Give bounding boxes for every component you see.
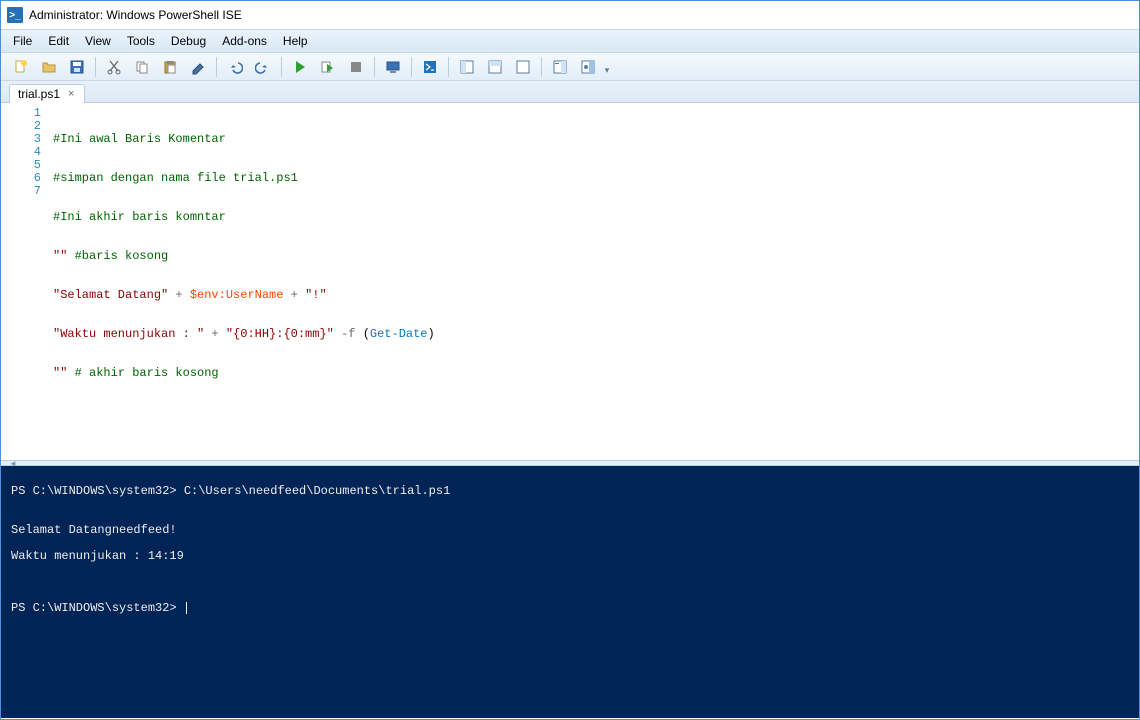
command-pane-button[interactable] bbox=[546, 55, 574, 79]
console-line: PS C:\WINDOWS\system32> C:\Users\needfee… bbox=[11, 485, 1129, 498]
redo-button[interactable] bbox=[249, 55, 277, 79]
layout-single-button[interactable] bbox=[509, 55, 537, 79]
line-number-gutter: 1 2 3 4 5 6 7 bbox=[1, 103, 49, 460]
stop-icon bbox=[348, 59, 364, 75]
run-selection-icon bbox=[320, 59, 336, 75]
code-token-string: "Selamat Datang" bbox=[53, 288, 168, 302]
toolbar-separator bbox=[281, 57, 282, 77]
console-pane[interactable]: PS C:\WINDOWS\system32> C:\Users\needfee… bbox=[1, 466, 1139, 718]
layout-split-icon bbox=[487, 59, 503, 75]
code-token-comment: #simpan dengan nama file trial.ps1 bbox=[53, 171, 298, 185]
menu-addons[interactable]: Add-ons bbox=[214, 31, 275, 51]
console-cursor bbox=[186, 602, 187, 614]
paste-icon bbox=[162, 59, 178, 75]
code-token-string: "" bbox=[53, 366, 67, 380]
layout-side-button[interactable] bbox=[453, 55, 481, 79]
titlebar: >_ Administrator: Windows PowerShell ISE bbox=[1, 1, 1139, 29]
code-token-string: "" bbox=[53, 249, 67, 263]
layout-side-icon bbox=[459, 59, 475, 75]
cut-icon bbox=[106, 59, 122, 75]
copy-button[interactable] bbox=[128, 55, 156, 79]
powershell-icon bbox=[422, 59, 438, 75]
menu-tools[interactable]: Tools bbox=[119, 31, 163, 51]
run-selection-button[interactable] bbox=[314, 55, 342, 79]
command-pane-icon bbox=[552, 59, 568, 75]
undo-button[interactable] bbox=[221, 55, 249, 79]
remote-icon bbox=[385, 59, 401, 75]
menu-help[interactable]: Help bbox=[275, 31, 316, 51]
menu-view[interactable]: View bbox=[77, 31, 119, 51]
window-title: Administrator: Windows PowerShell ISE bbox=[29, 8, 242, 22]
copy-icon bbox=[134, 59, 150, 75]
close-tab-button[interactable]: × bbox=[66, 88, 76, 100]
run-icon bbox=[292, 59, 308, 75]
toolbar-separator bbox=[411, 57, 412, 77]
console-prompt: PS C:\WINDOWS\system32> bbox=[11, 601, 184, 615]
console-line: Selamat Datangneedfeed! bbox=[11, 524, 1129, 537]
console-line: Waktu menunjukan : 14:19 bbox=[11, 550, 1129, 563]
menu-debug[interactable]: Debug bbox=[163, 31, 214, 51]
script-editor[interactable]: 1 2 3 4 5 6 7 #Ini awal Baris Komentar #… bbox=[1, 103, 1139, 460]
command-addon-icon bbox=[580, 59, 596, 75]
code-token-operator: + bbox=[168, 288, 190, 302]
toolbar: ▾ bbox=[1, 53, 1139, 81]
layout-split-button[interactable] bbox=[481, 55, 509, 79]
toolbar-separator bbox=[374, 57, 375, 77]
toolbar-separator bbox=[448, 57, 449, 77]
remote-button[interactable] bbox=[379, 55, 407, 79]
tab-trial[interactable]: trial.ps1 × bbox=[9, 84, 85, 103]
powershell-button[interactable] bbox=[416, 55, 444, 79]
toolbar-separator bbox=[216, 57, 217, 77]
code-token-paren: ) bbox=[428, 327, 435, 341]
code-token-operator: + bbox=[283, 288, 305, 302]
tabbar: trial.ps1 × bbox=[1, 81, 1139, 103]
layout-single-icon bbox=[515, 59, 531, 75]
clear-icon bbox=[190, 59, 206, 75]
undo-icon bbox=[227, 59, 243, 75]
stop-button[interactable] bbox=[342, 55, 370, 79]
redo-icon bbox=[255, 59, 271, 75]
code-token-cmdlet: Get-Date bbox=[370, 327, 428, 341]
code-token-comment: #baris kosong bbox=[67, 249, 168, 263]
run-button[interactable] bbox=[286, 55, 314, 79]
code-area[interactable]: #Ini awal Baris Komentar #simpan dengan … bbox=[49, 103, 1139, 460]
code-token-operator: + bbox=[204, 327, 226, 341]
clear-button[interactable] bbox=[184, 55, 212, 79]
code-token-string: "Waktu menunjukan : " bbox=[53, 327, 204, 341]
code-token-variable: $env:UserName bbox=[190, 288, 284, 302]
paste-button[interactable] bbox=[156, 55, 184, 79]
line-number: 7 bbox=[5, 185, 41, 198]
code-token-comment: #Ini akhir baris komntar bbox=[53, 210, 226, 224]
toolbar-overflow-icon[interactable]: ▾ bbox=[602, 57, 612, 76]
save-icon bbox=[69, 59, 85, 75]
code-token-comment: # akhir baris kosong bbox=[67, 366, 218, 380]
code-token-comment: #Ini awal Baris Komentar bbox=[53, 132, 226, 146]
tab-label: trial.ps1 bbox=[18, 87, 60, 101]
menu-file[interactable]: File bbox=[5, 31, 40, 51]
toolbar-separator bbox=[95, 57, 96, 77]
code-token-operator: -f bbox=[334, 327, 363, 341]
open-button[interactable] bbox=[35, 55, 63, 79]
new-file-icon bbox=[13, 59, 29, 75]
command-addon-button[interactable] bbox=[574, 55, 602, 79]
toolbar-separator bbox=[541, 57, 542, 77]
open-folder-icon bbox=[41, 59, 57, 75]
code-token-paren: ( bbox=[363, 327, 370, 341]
save-button[interactable] bbox=[63, 55, 91, 79]
menubar: File Edit View Tools Debug Add-ons Help bbox=[1, 29, 1139, 53]
code-token-string: "{0:HH}:{0:mm}" bbox=[226, 327, 334, 341]
console-prompt-line: PS C:\WINDOWS\system32> bbox=[11, 602, 1129, 615]
cut-button[interactable] bbox=[100, 55, 128, 79]
menu-edit[interactable]: Edit bbox=[40, 31, 77, 51]
code-token-string: "!" bbox=[305, 288, 327, 302]
new-file-button[interactable] bbox=[7, 55, 35, 79]
powershell-app-icon: >_ bbox=[7, 7, 23, 23]
